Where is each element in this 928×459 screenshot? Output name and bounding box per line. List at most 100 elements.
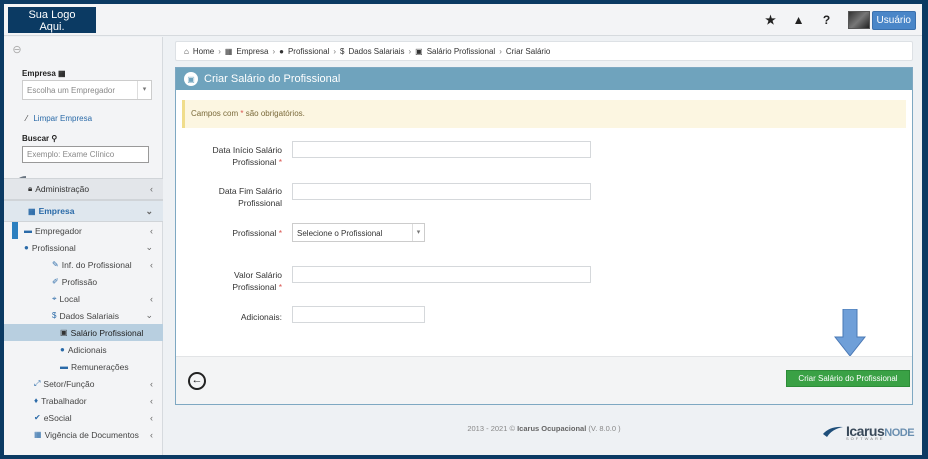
sidebar-item-trabalhador[interactable]: ♦ Trabalhador ‹ xyxy=(4,392,163,409)
panel-footer: ← Criar Salário do Profissional xyxy=(176,356,912,404)
calendar-icon: ▦ xyxy=(34,430,42,439)
money-icon: ▣ xyxy=(60,328,68,337)
broom-icon: ⁄ xyxy=(26,114,28,123)
sidebar: ⊖ Empresa ▦ Escolha um Empregador ▾ ⁄ Li… xyxy=(4,37,163,455)
chevron-left-icon: ‹ xyxy=(150,395,153,406)
page-title: Criar Salário do Profissional xyxy=(204,73,341,85)
breadcrumb-separator: › xyxy=(408,46,412,56)
sidebar-item-setor-funcao[interactable]: ⤢ Setor/Função ‹ xyxy=(4,375,163,392)
chevron-left-icon: ‹ xyxy=(150,259,153,270)
page-footer: 2013 - 2021 © Icarus Ocupacional (V. 8.0… xyxy=(467,424,621,433)
home-icon: ⌂ xyxy=(184,46,189,56)
chevron-down-icon: ⌄ xyxy=(145,205,153,216)
money-icon: ▣ xyxy=(184,72,198,86)
empresa-select[interactable]: Escolha um Empregador ▾ xyxy=(22,80,152,100)
back-arrow-icon[interactable]: ← xyxy=(188,372,206,390)
top-bar: Sua Logo Aqui. ★ ▲ ? Usuário xyxy=(4,4,922,36)
user-icon: ● xyxy=(279,46,284,56)
valor-label: Valor Salário Profissional * xyxy=(232,270,282,292)
breadcrumb-current: Criar Salário xyxy=(505,46,551,56)
sidebar-item-local[interactable]: ⌖ Local ‹ xyxy=(4,290,163,307)
adicionais-label: Adicionais: xyxy=(240,312,282,322)
sidebar-item-dados-salariais[interactable]: $ Dados Salariais ⌄ xyxy=(4,307,163,324)
limpar-empresa-link[interactable]: ⁄ Limpar Empresa xyxy=(26,114,92,123)
lock-icon: 🔒︎ xyxy=(28,184,33,193)
warning-icon[interactable]: ▲ xyxy=(792,13,806,27)
pencil-icon: ✎ xyxy=(52,260,59,269)
chevron-left-icon: ‹ xyxy=(150,293,153,304)
star-icon[interactable]: ★ xyxy=(764,13,778,27)
icarus-node-logo: IcarusNODE SOFTWARE xyxy=(822,422,915,441)
arrows-icon: ⤢ xyxy=(34,378,41,388)
sidebar-item-empregador[interactable]: ▬ Empregador ‹ xyxy=(4,222,163,239)
app-window: Sua Logo Aqui. ★ ▲ ? Usuário ⊖ Empresa ▦… xyxy=(4,4,922,455)
chevron-left-icon: ‹ xyxy=(150,225,153,236)
sidebar-item-profissao[interactable]: ✐ Profissão xyxy=(4,273,163,290)
sidebar-item-empresa[interactable]: ▦ Empresa ⌄ xyxy=(4,200,163,222)
required-fields-alert: Campos com * são obrigatórios. xyxy=(182,100,906,128)
logo-line1: Sua Logo xyxy=(28,9,76,21)
create-salary-button[interactable]: Criar Salário do Profissional xyxy=(786,370,910,387)
chevron-left-icon: ‹ xyxy=(150,429,153,440)
sidebar-item-salario-profissional[interactable]: ▣ Salário Profissional xyxy=(4,324,163,341)
breadcrumb-dados-salariais[interactable]: Dados Salariais xyxy=(348,47,404,56)
sidebar-menu: 🔒︎ Administração ‹ ▦ Empresa ⌄ ▬ Emprega… xyxy=(4,178,163,443)
sidebar-item-esocial[interactable]: ✔ eSocial ‹ xyxy=(4,409,163,426)
user-button[interactable]: Usuário xyxy=(871,10,916,30)
form-panel: ▣ Criar Salário do Profissional Campos c… xyxy=(175,67,913,405)
help-icon[interactable]: ? xyxy=(820,13,834,27)
chevron-left-icon: ‹ xyxy=(150,378,153,389)
wrench-icon: ✐ xyxy=(52,277,59,286)
breadcrumb-separator: › xyxy=(333,46,336,56)
money-icon: ▣ xyxy=(415,46,423,56)
chevron-down-icon: ▾ xyxy=(412,224,424,241)
breadcrumb: ⌂ Home › ▦ Empresa › ● Profissional › $ … xyxy=(175,41,913,61)
worker-icon: ♦ xyxy=(34,396,39,405)
breadcrumb-separator: › xyxy=(218,46,221,56)
search-input[interactable]: Exemplo: Exame Clínico xyxy=(22,146,149,163)
adicionais-input[interactable] xyxy=(292,306,425,323)
user-icon: ● xyxy=(24,243,29,252)
breadcrumb-separator: › xyxy=(272,46,276,56)
buscar-label: Buscar ⚲ xyxy=(22,134,58,143)
swoosh-icon xyxy=(823,426,843,437)
top-icons: ★ ▲ ? Usuário xyxy=(764,10,916,30)
valor-input[interactable] xyxy=(292,266,591,283)
card-icon: ▬ xyxy=(60,362,68,371)
sidebar-item-administracao[interactable]: 🔒︎ Administração ‹ xyxy=(4,178,163,200)
map-pin-icon: ⌖ xyxy=(52,293,57,303)
breadcrumb-empresa[interactable]: Empresa xyxy=(236,47,268,56)
dollar-icon: $ xyxy=(339,46,345,56)
chevron-down-icon: ⌄ xyxy=(145,242,153,252)
avatar[interactable] xyxy=(847,11,870,29)
data-inicio-input[interactable] xyxy=(292,141,591,158)
sidebar-item-profissional[interactable]: ● Profissional ⌄ xyxy=(4,239,163,256)
panel-header: ▣ Criar Salário do Profissional xyxy=(176,68,912,90)
info-icon: ● xyxy=(60,345,65,354)
sidebar-item-inf-profissional[interactable]: ✎ Inf. do Profissional ‹ xyxy=(4,256,163,273)
data-fim-label: Data Fim Salário Profissional xyxy=(218,186,282,208)
arrow-down-icon xyxy=(834,309,866,357)
chevron-left-icon: ‹ xyxy=(150,184,153,194)
chevron-left-icon: ‹ xyxy=(150,412,153,423)
breadcrumb-home[interactable]: Home xyxy=(193,47,214,56)
data-fim-input[interactable] xyxy=(292,183,591,200)
sidebar-item-adicionais[interactable]: ● Adicionais xyxy=(4,341,163,358)
building-icon: ▦ xyxy=(224,46,233,56)
check-icon: ✔ xyxy=(34,413,41,422)
breadcrumb-salario-profissional[interactable]: Salário Profissional xyxy=(427,47,495,56)
dollar-icon: $ xyxy=(52,311,57,320)
logo-placeholder[interactable]: Sua Logo Aqui. xyxy=(8,7,96,33)
chevron-down-icon: ▾ xyxy=(137,81,151,99)
sidebar-item-vigencia-documentos[interactable]: ▦ Vigência de Documentos ‹ xyxy=(4,426,163,443)
data-inicio-label: Data Início Salário Profissional * xyxy=(212,145,282,167)
building-icon: ▦ xyxy=(28,206,36,216)
card-icon: ▬ xyxy=(24,226,32,235)
breadcrumb-separator: › xyxy=(499,46,502,56)
sidebar-item-remuneracoes[interactable]: ▬ Remunerações xyxy=(4,358,163,375)
profissional-select[interactable]: Selecione o Profissional ▾ xyxy=(292,223,425,242)
collapse-sidebar-icon[interactable]: ⊖ xyxy=(10,43,24,57)
profissional-label: Profissional * xyxy=(232,228,282,238)
breadcrumb-profissional[interactable]: Profissional xyxy=(288,47,329,56)
logo-line2: Aqui. xyxy=(39,21,65,33)
